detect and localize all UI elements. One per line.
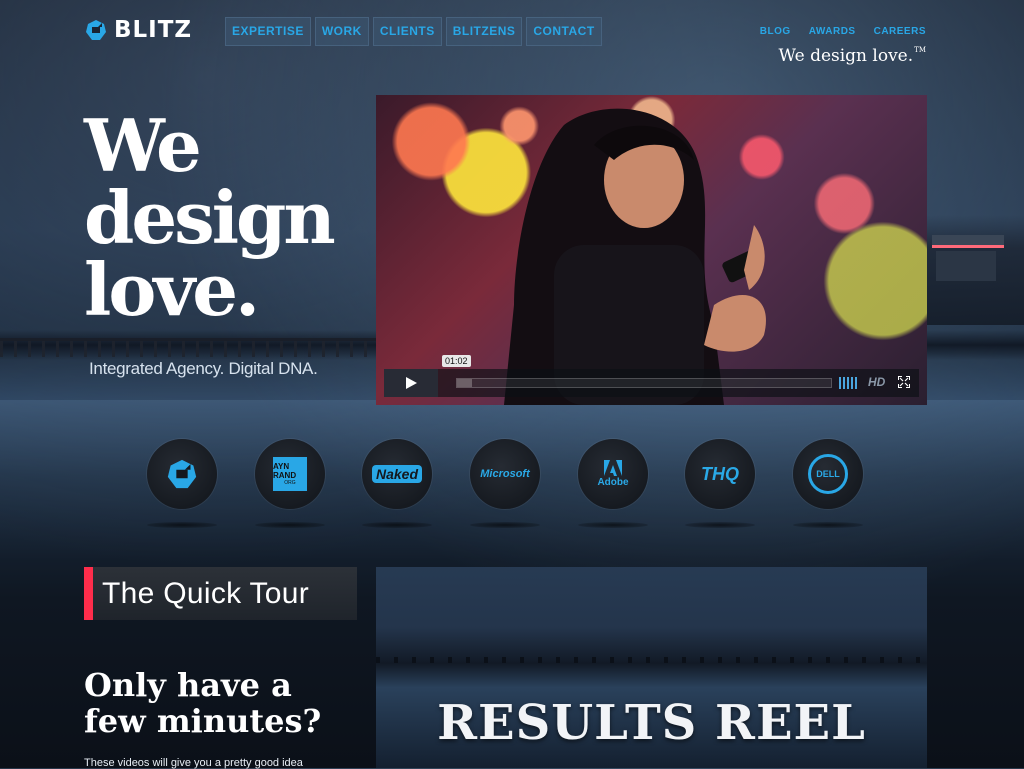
quick-tour-title: The Quick Tour (102, 577, 310, 610)
adobe-logo-icon (604, 460, 622, 476)
quick-tour-body: These videos will give you a pretty good… (84, 757, 303, 769)
nav-contact[interactable]: CONTACT (526, 17, 602, 46)
client-adobe[interactable]: Adobe (578, 439, 648, 509)
nav-awards[interactable]: AWARDS (809, 26, 856, 37)
client-label: THQ (701, 464, 739, 484)
client-shadow (793, 522, 863, 528)
volume-bars-icon[interactable] (839, 377, 859, 389)
pier-building (926, 215, 1024, 325)
current-time: 01:02 (442, 355, 471, 367)
hero-line-3: love. (84, 247, 260, 332)
client-shadow (362, 522, 432, 528)
nav-work[interactable]: WORK (314, 17, 369, 46)
nav-expertise[interactable]: EXPERTISE (225, 17, 311, 46)
tagline-text: We design love. (778, 46, 914, 66)
client-label: Naked (371, 465, 423, 483)
nav-blog[interactable]: BLOG (760, 26, 791, 37)
reel-title: RESULTS REEL (437, 695, 866, 751)
quick-heading-line-2: few minutes? (84, 702, 322, 740)
secondary-nav: BLOG AWARDS CAREERS (760, 26, 926, 37)
client-ayn-rand[interactable]: AYN RAND ORG (255, 439, 325, 509)
nav-careers[interactable]: CAREERS (874, 26, 926, 37)
play-icon (406, 377, 417, 389)
tagline-trademark: TM (914, 46, 926, 54)
client-shadow (147, 522, 217, 528)
client-naked[interactable]: Naked (362, 439, 432, 509)
blitz-logo-icon (167, 459, 197, 489)
fullscreen-icon[interactable] (898, 376, 910, 388)
quick-tour-header: The Quick Tour (84, 567, 357, 620)
scrubber-progress (457, 379, 472, 387)
client-shadow (255, 522, 325, 528)
pier-silhouette (0, 338, 380, 357)
client-label: Adobe (597, 477, 629, 488)
video-player[interactable]: 01:02 HD (376, 95, 927, 405)
reel-pier (376, 657, 927, 663)
client-blitz[interactable] (147, 439, 217, 509)
client-sublabel: ORG (284, 480, 296, 486)
client-shadow (578, 522, 648, 528)
header-tagline: We design love.TM (779, 46, 926, 66)
pier-body (936, 251, 996, 281)
pier-roof (932, 235, 1004, 248)
hd-toggle[interactable]: HD (868, 375, 885, 389)
main-nav: EXPERTISE WORK CLIENTS BLITZENS CONTACT (225, 17, 602, 46)
hero-line-1: We (84, 103, 202, 188)
client-shadow (470, 522, 540, 528)
client-dell[interactable]: DELL (793, 439, 863, 509)
logo-text: BLITZ (114, 17, 193, 43)
site-logo[interactable]: BLITZ (84, 17, 192, 43)
client-logos: AYN RAND ORG Naked Microsoft Adobe THQ D… (147, 439, 863, 539)
hero-line-2: design (84, 175, 336, 260)
nav-blitzens[interactable]: BLITZENS (445, 17, 523, 46)
blitz-logo-icon (86, 20, 106, 40)
hero-subheadline: Integrated Agency. Digital DNA. (89, 359, 318, 378)
client-label: DELL (816, 468, 840, 479)
video-scrubber[interactable] (456, 378, 832, 388)
client-shadow (685, 522, 755, 528)
quick-tour-heading: Only have a few minutes? (84, 667, 354, 739)
quick-heading-line-1: Only have a (84, 666, 292, 704)
client-microsoft[interactable]: Microsoft (470, 439, 540, 509)
quick-tour-accent (84, 567, 93, 620)
nav-clients[interactable]: CLIENTS (372, 17, 442, 46)
dell-logo-icon: DELL (808, 454, 848, 494)
video-controls: 01:02 HD (384, 355, 919, 397)
results-reel-video[interactable]: RESULTS REEL (376, 567, 927, 768)
client-label: Microsoft (480, 467, 530, 480)
video-frame-person (504, 108, 766, 405)
client-label: AYN RAND (273, 462, 297, 480)
play-button[interactable] (384, 369, 438, 397)
ayn-rand-logo-icon: AYN RAND ORG (273, 457, 307, 491)
hero-headline: We design love. (84, 110, 374, 326)
client-thq[interactable]: THQ (685, 439, 755, 509)
